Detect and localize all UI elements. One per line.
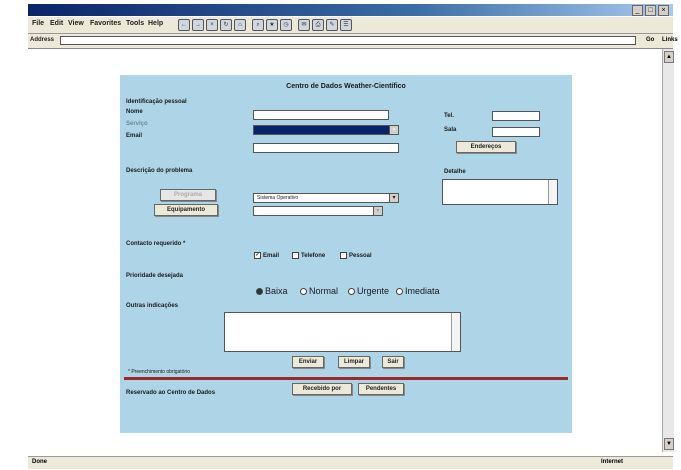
limpar-button[interactable]: Limpar — [338, 356, 370, 368]
equipamento-select[interactable]: ▾ — [253, 206, 383, 216]
enderecos-button[interactable]: Endereços — [456, 141, 516, 153]
sair-button[interactable]: Sair — [382, 356, 404, 368]
outras-textarea[interactable] — [224, 312, 461, 352]
menu-file[interactable]: File — [32, 20, 44, 27]
outras-label: Outras indicações — [126, 303, 179, 309]
descricao-label: Descrição do problema — [126, 168, 193, 174]
refresh-icon[interactable]: ↻ — [220, 19, 232, 31]
checkbox-icon[interactable] — [292, 252, 299, 259]
menu-view[interactable]: View — [68, 20, 84, 27]
home-icon[interactable]: ⌂ — [234, 19, 246, 31]
window-controls: _ □ × — [632, 5, 669, 16]
menu-help[interactable]: Help — [148, 20, 163, 27]
contacto-pessoal-option[interactable]: Pessoal — [340, 252, 372, 259]
window-title-bar: _ □ × — [28, 4, 673, 16]
radio-selected-icon[interactable] — [256, 287, 263, 295]
detalhe-label: Detalhe — [444, 169, 466, 175]
checkbox-checked-icon[interactable]: ✓ — [254, 252, 261, 259]
back-icon[interactable]: ← — [178, 19, 190, 31]
form-title: Centro de Dados Weather-Científico — [286, 83, 406, 90]
tel-label: Tel. — [444, 113, 454, 119]
forward-icon[interactable]: → — [192, 19, 204, 31]
chevron-down-icon[interactable]: ▾ — [389, 194, 398, 202]
address-label: Address — [30, 37, 55, 43]
edit-icon[interactable]: ✎ — [326, 19, 338, 31]
address-input[interactable] — [60, 36, 636, 45]
textarea-scrollbar[interactable] — [548, 180, 557, 204]
go-button[interactable]: Go — [646, 37, 654, 43]
status-text: Done — [32, 459, 47, 465]
menu-tools[interactable]: Tools — [126, 20, 144, 27]
tel-input[interactable] — [492, 111, 540, 121]
contacto-email-option[interactable]: ✓ Email — [254, 252, 279, 259]
vertical-scrollbar[interactable]: ▲ ▼ — [662, 49, 674, 452]
checkbox-icon[interactable] — [340, 252, 347, 259]
section-identification: Identificação pessoal — [126, 99, 187, 105]
chevron-down-icon[interactable]: ▾ — [389, 126, 398, 134]
menu-favorites[interactable]: Favorites — [90, 20, 121, 27]
search-icon[interactable]: ⌕ — [252, 19, 264, 31]
section-divider — [124, 377, 568, 380]
email-input[interactable] — [253, 143, 399, 153]
prioridade-label: Prioridade desejada — [126, 273, 184, 279]
equipamento-button[interactable]: Equipamento — [154, 204, 218, 216]
history-icon[interactable]: ◷ — [280, 19, 292, 31]
prioridade-imediata-option[interactable]: Imediata — [396, 286, 440, 296]
sistema-select[interactable]: Sistema Operativo ▾ — [253, 193, 399, 203]
minimize-icon[interactable]: _ — [632, 5, 643, 16]
menu-bar: File Edit View Favorites Tools Help ← → … — [28, 17, 673, 34]
close-icon[interactable]: × — [658, 5, 669, 16]
status-bar: Done Internet — [28, 456, 673, 469]
discuss-icon[interactable]: ☰ — [340, 19, 352, 31]
nome-input[interactable] — [253, 110, 389, 120]
links-button[interactable]: Links — [662, 37, 678, 43]
menu-edit[interactable]: Edit — [50, 20, 63, 27]
print-icon[interactable]: ⎙ — [312, 19, 324, 31]
required-note: * Preenchimento obrigatório — [128, 369, 190, 375]
servico-select[interactable]: ▾ — [253, 125, 399, 135]
address-bar: Address Go Links — [28, 34, 678, 49]
email-label: Email — [126, 133, 143, 139]
sala-input[interactable] — [492, 127, 540, 137]
enviar-button[interactable]: Enviar — [292, 356, 324, 368]
programa-button[interactable]: Programa — [160, 189, 216, 201]
scroll-down-icon[interactable]: ▼ — [664, 438, 674, 450]
servico-label: Serviço — [126, 121, 148, 127]
contacto-telefone-option[interactable]: Telefone — [292, 252, 325, 259]
sistema-value: Sistema Operativo — [257, 195, 299, 201]
nome-label: Nome — [126, 109, 143, 115]
chevron-down-icon[interactable]: ▾ — [373, 207, 382, 215]
radio-icon[interactable] — [300, 287, 307, 295]
radio-icon[interactable] — [396, 287, 403, 295]
contacto-label: Contacto requerido * — [126, 241, 186, 247]
prioridade-baixa-option[interactable]: Baixa — [256, 286, 288, 296]
favorites-icon[interactable]: ★ — [266, 19, 278, 31]
maximize-icon[interactable]: □ — [645, 5, 656, 16]
textarea-scrollbar[interactable] — [451, 313, 460, 351]
scroll-up-icon[interactable]: ▲ — [664, 51, 674, 63]
reservado-label: Reservado ao Centro de Dados — [126, 390, 216, 396]
zone-label: Internet — [600, 459, 623, 465]
pendentes-button[interactable]: Pendentes — [358, 383, 404, 395]
detalhe-textarea[interactable] — [442, 179, 558, 205]
request-form: Centro de Dados Weather-Científico Ident… — [120, 75, 572, 433]
radio-icon[interactable] — [348, 287, 355, 295]
sala-label: Sala — [444, 127, 457, 133]
prioridade-urgente-option[interactable]: Urgente — [348, 286, 389, 296]
mail-icon[interactable]: ✉ — [298, 19, 310, 31]
prioridade-normal-option[interactable]: Normal — [300, 286, 338, 296]
recebido-button[interactable]: Recebido por — [292, 383, 352, 395]
stop-icon[interactable]: × — [206, 19, 218, 31]
